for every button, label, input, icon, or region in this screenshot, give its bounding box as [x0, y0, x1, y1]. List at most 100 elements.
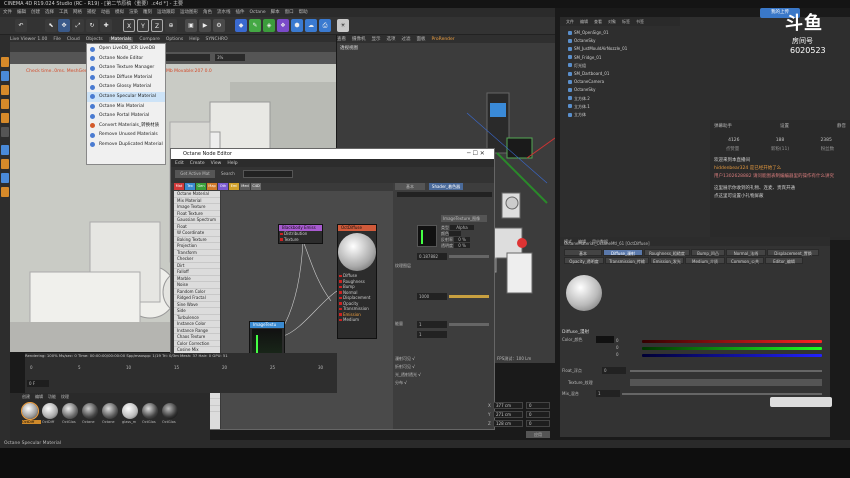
blackbody-emission-node[interactable]: Blackbody Emiss Distribution Texture: [278, 224, 323, 244]
pen-icon[interactable]: ✎: [249, 19, 261, 32]
object-manager-menu-item[interactable]: 对象: [608, 19, 616, 24]
filter-tab[interactable]: Oth: [218, 183, 228, 190]
model-mode-icon[interactable]: [1, 57, 9, 67]
object-row[interactable]: 立方体.2: [560, 95, 685, 102]
object-row[interactable]: OctaneSky: [560, 86, 685, 93]
filter-tab[interactable]: Tex: [185, 183, 195, 190]
material-channel-tab[interactable]: Normal_法线: [726, 249, 766, 256]
object-row[interactable]: SM_Fridge_01: [560, 54, 685, 61]
context-menu-item[interactable]: Remove Duplicated Material: [87, 140, 165, 150]
material-swatch[interactable]: [21, 402, 39, 420]
object-manager-menu-item[interactable]: 文件: [566, 19, 574, 24]
props-tab-basic[interactable]: 基本: [395, 183, 425, 190]
coord-system-icon[interactable]: ⊕: [165, 19, 177, 32]
material-channel-tab[interactable]: Bump_凹凸: [691, 249, 725, 256]
viewport-menu-item[interactable]: ProRender: [432, 37, 455, 42]
render-view-icon[interactable]: ▶: [199, 19, 211, 32]
material-swatch[interactable]: [42, 403, 58, 419]
material-swatch[interactable]: [102, 403, 118, 419]
filter-tab[interactable]: Gen: [196, 183, 206, 190]
context-menu-item[interactable]: Octane Node Editor: [87, 54, 165, 64]
apply-button[interactable]: 应用: [526, 431, 550, 438]
object-row[interactable]: OctaneSky: [560, 37, 685, 44]
material-swatch[interactable]: [142, 403, 158, 419]
material-channel-tab[interactable]: Editor_编辑: [765, 257, 803, 264]
node-editor-menu-item[interactable]: Help: [227, 161, 237, 166]
material-channel-tab[interactable]: Roughness_粗糙度: [644, 249, 690, 256]
mix-field[interactable]: 1: [596, 390, 620, 397]
filter-tab[interactable]: Mat: [174, 183, 184, 190]
power-field[interactable]: 1: [417, 321, 447, 328]
context-menu-item[interactable]: Octane Mix Material: [87, 102, 165, 112]
material-swatch[interactable]: [162, 403, 178, 419]
ime-toolbar[interactable]: [770, 397, 832, 407]
snap-icon[interactable]: [1, 145, 9, 155]
menu-item[interactable]: 网格: [73, 10, 82, 15]
menu-item[interactable]: 运动跟踪: [157, 10, 175, 15]
mix-slider[interactable]: [622, 393, 822, 395]
power2-field[interactable]: 1000: [417, 293, 447, 300]
live-select-icon[interactable]: ⬉: [45, 19, 57, 32]
axis-y-icon[interactable]: Y: [137, 19, 149, 32]
material-swatch[interactable]: [82, 403, 98, 419]
node-editor-menu-item[interactable]: Edit: [175, 161, 184, 166]
filter-tab[interactable]: Emi: [229, 183, 239, 190]
frame-field[interactable]: 0 F: [27, 380, 49, 387]
texture-mode-icon[interactable]: [1, 71, 9, 81]
cube-icon[interactable]: ◆: [235, 19, 247, 32]
viewport-menu-item[interactable]: 面板: [417, 37, 426, 42]
object-row[interactable]: 立方体.1: [560, 103, 685, 110]
rotate-icon[interactable]: ↻: [86, 19, 98, 32]
material-channel-tab[interactable]: 基本: [564, 249, 602, 256]
material-channel-tab[interactable]: Emission_发光: [650, 257, 684, 264]
axis-x-icon[interactable]: X: [123, 19, 135, 32]
environment-icon[interactable]: ☁: [305, 19, 317, 32]
menu-item[interactable]: 工具: [59, 10, 68, 15]
filter-tab[interactable]: Map: [207, 183, 217, 190]
solo-icon[interactable]: [1, 173, 9, 183]
menu-item[interactable]: 渲染: [129, 10, 138, 15]
deformer-icon[interactable]: ⬢: [291, 19, 303, 32]
viewport-menu-item[interactable]: 摄像机: [352, 37, 366, 42]
coord-rotation-field[interactable]: 0: [526, 402, 550, 409]
menu-item[interactable]: 脚本: [271, 10, 280, 15]
axis-z-icon[interactable]: Z: [151, 19, 163, 32]
scale-icon[interactable]: ⤢: [72, 19, 84, 32]
context-menu-item[interactable]: Open LiveDB_ICR LiveDB: [87, 44, 165, 54]
menu-item[interactable]: 选择: [45, 10, 54, 15]
axis-mode-icon[interactable]: [1, 127, 9, 137]
node-canvas[interactable]: Blackbody Emiss Distribution Texture Oct…: [221, 191, 411, 429]
node-editor-menu-item[interactable]: View: [211, 161, 222, 166]
menu-item[interactable]: 编辑: [17, 10, 26, 15]
material-channel-tab[interactable]: Common_公共: [726, 257, 764, 264]
subdivision-icon[interactable]: ◈: [263, 19, 275, 32]
object-manager-menu-item[interactable]: 查看: [594, 19, 602, 24]
object-row[interactable]: SM_Dartboard_01: [560, 70, 685, 77]
polygons-mode-icon[interactable]: [1, 113, 9, 123]
object-row[interactable]: 灯光组: [560, 62, 685, 69]
blue-slider[interactable]: [642, 354, 822, 357]
menu-item[interactable]: Octane: [250, 10, 266, 15]
viewport-menu-item[interactable]: 查看: [337, 37, 346, 42]
render-region-icon[interactable]: ▣: [185, 19, 197, 32]
props-tab-shader[interactable]: Shader_着色器: [429, 183, 463, 190]
workplane-icon[interactable]: [1, 159, 9, 169]
material-channel-tab[interactable]: Displacement_置换: [767, 249, 819, 256]
menu-item[interactable]: 文件: [3, 10, 12, 15]
filter-tab[interactable]: Med: [240, 183, 250, 190]
context-menu-item[interactable]: Octane Diffuse Material: [87, 73, 165, 83]
menu-item[interactable]: 流水线: [217, 10, 231, 15]
float-value-field[interactable]: 0.187882: [417, 253, 447, 260]
context-menu-item[interactable]: Octane Specular Material: [87, 91, 165, 102]
search-input[interactable]: [243, 170, 293, 178]
coord-position-field[interactable]: 377 cm: [493, 402, 523, 409]
menu-item[interactable]: 雕刻: [143, 10, 152, 15]
menu-item[interactable]: 捕捉: [87, 10, 96, 15]
float-field[interactable]: 0: [602, 367, 626, 374]
material-channel-tab[interactable]: Opacity_透明度: [564, 257, 604, 264]
filter-tab[interactable]: C4D: [251, 183, 261, 190]
edges-mode-icon[interactable]: [1, 99, 9, 109]
coord-position-field[interactable]: 128 cm: [493, 420, 523, 427]
add-icon[interactable]: ✚: [100, 19, 112, 32]
material-channel-tab[interactable]: Medium_介质: [685, 257, 725, 264]
